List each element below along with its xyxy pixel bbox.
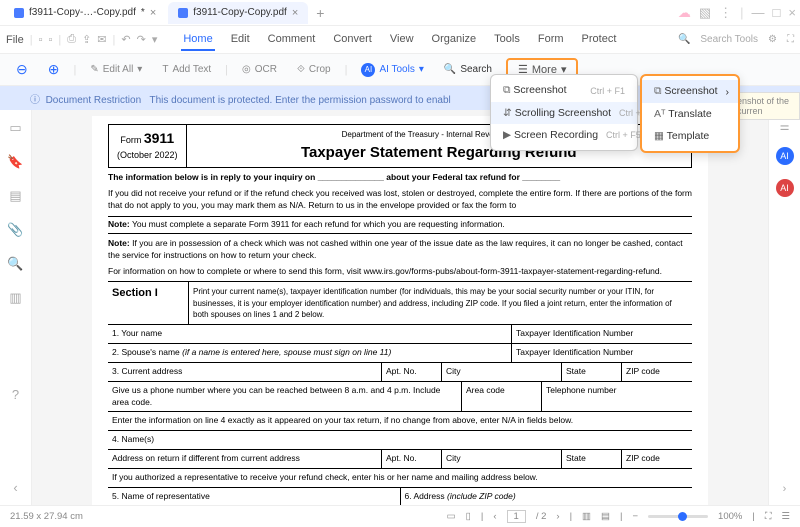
tab-convert[interactable]: Convert	[331, 29, 374, 51]
pdf-page: Form 3911(October 2022) Department of th…	[92, 116, 708, 505]
redo-icon[interactable]: ↷	[137, 33, 146, 46]
close-button[interactable]: ×	[788, 5, 796, 20]
more-screenshot-item[interactable]: ⧉ Screenshot›	[642, 80, 738, 103]
search-button[interactable]: 🔍 Search	[438, 61, 498, 78]
fields-icon[interactable]: ▥	[9, 290, 21, 306]
tooltip: enshot of the curren	[730, 92, 800, 120]
minimize-button[interactable]: —	[752, 5, 765, 20]
close-icon[interactable]: ×	[150, 7, 156, 19]
settings-icon[interactable]: ⚙	[768, 34, 777, 45]
ai-badge-alt-icon[interactable]: AI	[776, 179, 794, 197]
view-icon[interactable]: ▤	[601, 511, 610, 522]
layers-icon[interactable]: ▤	[9, 188, 21, 204]
crop-tool[interactable]: ⟐ Crop	[291, 61, 337, 78]
add-text-tool[interactable]: T Add Text	[156, 61, 217, 78]
dropdown-icon[interactable]: ▾	[152, 33, 158, 46]
adjust-icon[interactable]: ⚌	[780, 120, 790, 133]
screenshot-item[interactable]: ⧉ ScreenshotCtrl + F1	[491, 79, 637, 102]
icon[interactable]: ▫	[39, 34, 43, 46]
tab-active[interactable]: f3911-Copy-Copy.pdf×	[168, 2, 308, 24]
tab-protect[interactable]: Protect	[580, 29, 619, 51]
right-sidebar: ⚌ AI AI ›	[768, 110, 800, 505]
zoom-level[interactable]: 100%	[718, 511, 742, 522]
fullscreen-icon[interactable]: ⛶	[765, 511, 772, 522]
ocr-tool[interactable]: ◎ OCR	[236, 61, 283, 78]
undo-icon[interactable]: ↶	[121, 33, 130, 46]
close-icon[interactable]: ×	[292, 7, 298, 19]
view-icon[interactable]: ▥	[582, 511, 591, 522]
icon[interactable]: ⇪	[82, 33, 91, 46]
zoom-out-button[interactable]: −	[632, 511, 638, 522]
screen-recording-item[interactable]: ▶ Screen RecordingCtrl + F5	[491, 124, 637, 146]
page-dimensions: 21.59 x 27.94 cm	[10, 511, 83, 522]
more-template-item[interactable]: ▦ Template	[642, 125, 738, 147]
prev-page-button[interactable]: ‹	[493, 511, 496, 522]
collapse-right-icon[interactable]: ›	[783, 483, 787, 495]
cloud-icon[interactable]: ☁	[678, 5, 691, 21]
search-panel-icon[interactable]: 🔍	[7, 256, 23, 272]
more-menu: ⧉ Screenshot› Aᵀ Translate ▦ Template	[640, 74, 740, 153]
ai-tools-button[interactable]: AIAI Tools▾	[355, 60, 429, 80]
screenshot-submenu: ⧉ ScreenshotCtrl + F1 ⇵ Scrolling Screen…	[490, 74, 638, 151]
fit-icon[interactable]: ▭	[447, 511, 456, 522]
statusbar: 21.59 x 27.94 cm ▭ ▯ | ‹ 1 / 2 › | ▥ ▤ |…	[0, 505, 800, 527]
tab-edit[interactable]: Edit	[229, 29, 252, 51]
tab-view[interactable]: View	[388, 29, 416, 51]
menubar: File |▫▫ |⎙⇪✉ |↶↷▾ Home Edit Comment Con…	[0, 26, 800, 54]
ai-badge-icon[interactable]: AI	[776, 147, 794, 165]
tab-comment[interactable]: Comment	[266, 29, 318, 51]
page-input[interactable]: 1	[507, 510, 526, 523]
tab-form[interactable]: Form	[536, 29, 566, 51]
tab-organize[interactable]: Organize	[430, 29, 479, 51]
fit-icon[interactable]: ▯	[466, 511, 471, 522]
attachment-icon[interactable]: 📎	[7, 222, 23, 238]
edit-all-tool[interactable]: ✎ Edit All▾	[84, 61, 148, 78]
tab-tools[interactable]: Tools	[492, 29, 522, 51]
titlebar: f3911-Copy-…-Copy.pdf*× f3911-Copy-Copy.…	[0, 0, 800, 26]
icon[interactable]: ▫	[49, 34, 53, 46]
search-icon: 🔍	[678, 34, 690, 45]
left-sidebar: ▭ 🔖 ▤ 📎 🔍 ▥ ? ‹	[0, 110, 32, 505]
bookmark-icon[interactable]: 🔖	[7, 154, 23, 170]
help-icon[interactable]: ?	[12, 387, 19, 402]
menu-icon[interactable]: ⋮	[719, 5, 732, 21]
search-tools[interactable]: Search Tools	[700, 34, 758, 45]
add-tab-button[interactable]: +	[310, 5, 330, 21]
collapse-icon[interactable]: ‹	[13, 480, 17, 495]
expand-icon[interactable]: ⛶	[787, 34, 794, 45]
icon[interactable]: ⎙	[67, 33, 76, 46]
ribbon-tabs: Home Edit Comment Convert View Organize …	[181, 29, 618, 51]
tab-home[interactable]: Home	[181, 29, 214, 51]
app-icon[interactable]: ▧	[699, 5, 711, 21]
scrolling-screenshot-item[interactable]: ⇵ Scrolling ScreenshotCtrl + F7	[491, 102, 637, 124]
reader-icon[interactable]: ☰	[781, 511, 790, 522]
zoom-out-button[interactable]: ⊖	[10, 58, 34, 81]
tab-inactive[interactable]: f3911-Copy-…-Copy.pdf*×	[4, 2, 166, 24]
document-viewport[interactable]: Form 3911(October 2022) Department of th…	[32, 110, 768, 505]
zoom-in-button[interactable]: ⊕	[42, 58, 66, 81]
file-menu[interactable]: File	[6, 34, 24, 46]
more-translate-item[interactable]: Aᵀ Translate	[642, 103, 738, 125]
next-page-button[interactable]: ›	[556, 511, 559, 522]
zoom-slider[interactable]	[648, 515, 708, 518]
thumbnail-icon[interactable]: ▭	[9, 120, 21, 136]
maximize-button[interactable]: □	[773, 5, 781, 20]
icon[interactable]: ✉	[97, 33, 106, 46]
